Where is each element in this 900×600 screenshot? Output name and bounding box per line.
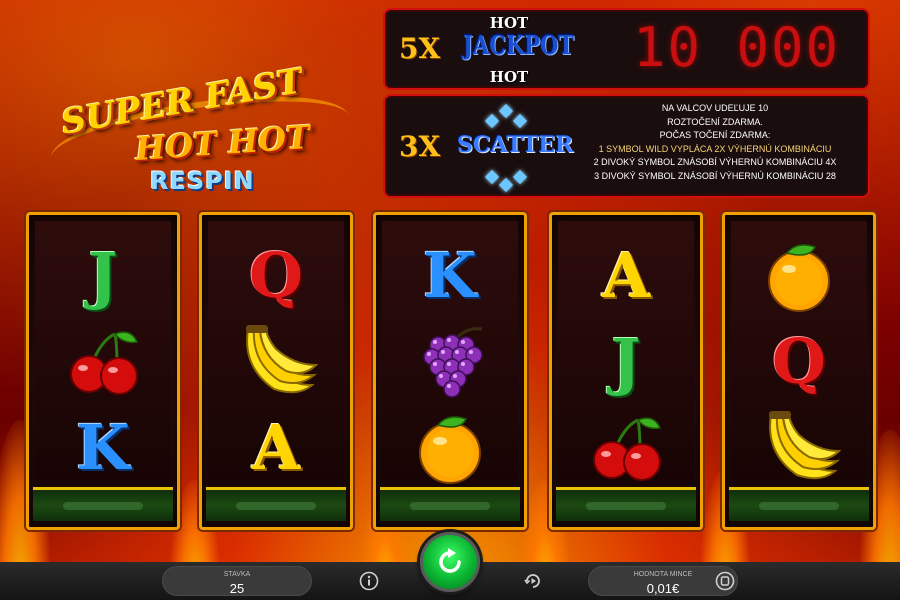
reel-bar-glow: [410, 502, 490, 510]
reel-window: K: [382, 221, 518, 489]
spin-icon: [439, 548, 461, 573]
scatter-rule-line: 2 DIVOKÝ SYMBOL ZNÁSOBÍ VÝHERNÚ KOMBINÁC…: [593, 157, 837, 167]
cherry-icon: [558, 407, 694, 489]
jackpot-emblem-word: JACKPOT: [463, 28, 574, 61]
reel-3: K: [373, 212, 527, 530]
symbol-a: A: [208, 407, 344, 489]
diamond-icon: [512, 169, 528, 185]
symbol-a: A: [558, 235, 694, 317]
symbol-k: K: [382, 235, 518, 317]
reel-window: JK: [35, 221, 171, 489]
symbol-j: J: [558, 321, 694, 403]
scatter-rule-line: 1 SYMBOL WILD VYPLÁCA 2X VÝHERNÚ KOMBINÁ…: [598, 143, 832, 154]
reel-1: JK: [26, 212, 180, 530]
scatter-multiplier: 3X: [399, 130, 441, 163]
symbol-letter: Q: [248, 239, 303, 312]
diamond-icon: [484, 113, 500, 129]
symbol-letter: K: [76, 411, 130, 484]
diamond-icon: [498, 103, 514, 119]
scatter-rules: NA VALCOV UDEĽUJE 10 ROZTOČENÍ ZDARMA. P…: [565, 102, 865, 183]
logo-line-3: RESPIN: [150, 167, 255, 195]
orange-icon: [731, 235, 867, 317]
jackpot-emblem-bottom: HOT: [489, 68, 529, 86]
symbol-letter: J: [88, 239, 118, 312]
reel-window: Q: [731, 221, 867, 489]
diamond-icon: [512, 113, 528, 129]
grapes-icon: [382, 321, 518, 403]
reel-bar-glow: [586, 502, 666, 510]
scatter-emblem: SCATTER: [457, 100, 574, 194]
reel-window: AJ: [558, 221, 694, 489]
banana-icon: [731, 407, 867, 489]
reel-bar-glow: [63, 502, 143, 510]
symbol-q: Q: [208, 235, 344, 317]
reel-win-bar: [729, 487, 869, 521]
scatter-panel: 3X SCATTER NA VALCOV UDEĽUJE 10 ROZTOČEN…: [383, 94, 870, 198]
reel-win-bar: [206, 487, 346, 521]
symbol-j: J: [35, 235, 171, 317]
reel-4: AJ: [549, 212, 703, 530]
symbol-letter: Q: [771, 325, 826, 398]
scatter-rule-line: NA VALCOV UDEĽUJE 10: [661, 103, 769, 113]
bet-label: STAVKA: [223, 571, 251, 578]
jackpot-emblem: HOT JACKPOT HOT: [463, 14, 574, 86]
diamond-icon: [498, 177, 514, 193]
autoplay-icon[interactable]: [522, 570, 544, 592]
orange-icon: [382, 407, 518, 489]
reel-win-bar: [380, 487, 520, 521]
banana-icon: [208, 321, 344, 403]
symbol-letter: A: [601, 239, 651, 312]
settings-icon[interactable]: [714, 570, 736, 592]
reel-win-bar: [33, 487, 173, 521]
info-icon[interactable]: [358, 570, 380, 592]
reel-window: QA: [208, 221, 344, 489]
scatter-rule-line: ROZTOČENÍ ZDARMA.: [667, 116, 763, 127]
diamond-icon: [484, 169, 500, 185]
symbol-k: K: [35, 407, 171, 489]
spin-button[interactable]: [420, 532, 480, 592]
scatter-emblem-word: SCATTER: [457, 132, 574, 158]
jackpot-amount: 10 000: [633, 16, 841, 79]
reel-5: Q: [722, 212, 876, 530]
bet-value: 25: [229, 581, 245, 596]
symbol-letter: A: [251, 411, 301, 484]
scatter-rule-line: POČAS TOČENÍ ZDARMA:: [659, 130, 771, 140]
jackpot-panel: 5X HOT JACKPOT HOT 10 000: [383, 8, 870, 90]
jackpot-multiplier: 5X: [399, 32, 441, 65]
game-logo: SUPER FAST HOT HOT RESPIN: [40, 61, 354, 202]
cherry-icon: [35, 321, 171, 403]
reel-bar-glow: [759, 502, 839, 510]
bet-display[interactable]: STAVKA 25: [162, 566, 312, 596]
reel-bar-glow: [236, 502, 316, 510]
symbol-q: Q: [731, 321, 867, 403]
symbol-letter: J: [611, 325, 641, 398]
symbol-letter: K: [423, 239, 477, 312]
game-stage: SUPER FAST HOT HOT RESPIN 5X HOT JACKPOT…: [0, 0, 900, 600]
scatter-rule-line: 3 DIVOKÝ SYMBOL ZNÁSOBÍ VÝHERNÚ KOMBINÁC…: [594, 170, 836, 181]
reel-2: QA: [199, 212, 353, 530]
reel-win-bar: [556, 487, 696, 521]
